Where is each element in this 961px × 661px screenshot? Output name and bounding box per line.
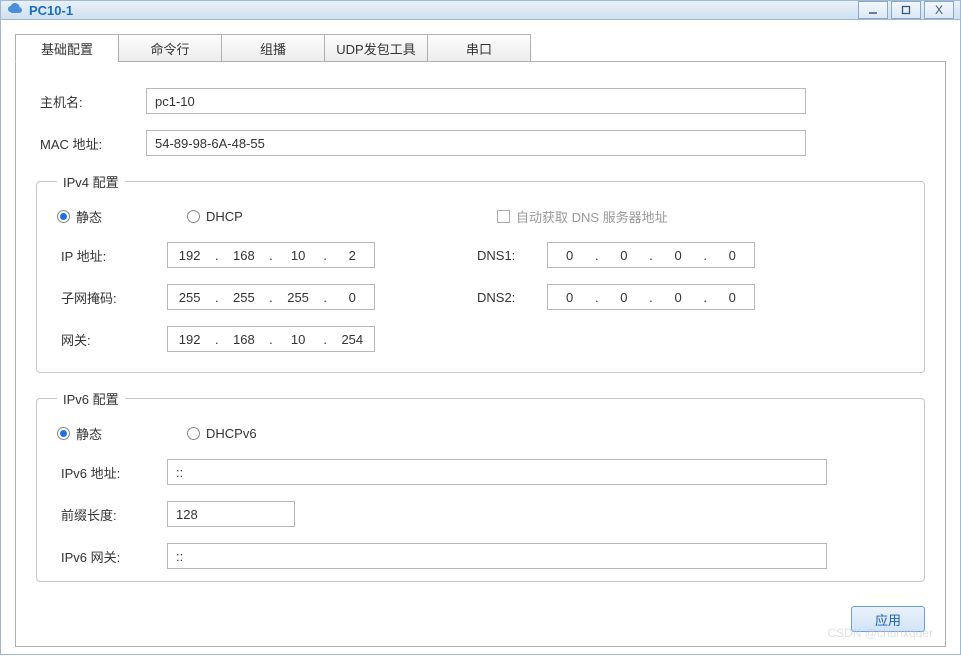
mask-input[interactable]: 255. 255. 255. 0: [167, 284, 375, 310]
ipv6-prefix-value: 128: [176, 507, 198, 522]
ipv6-legend: IPv6 配置: [57, 389, 125, 408]
tab-label: 基础配置: [41, 39, 93, 58]
ip-octet: 168: [226, 248, 262, 263]
tab-label: 命令行: [150, 39, 189, 58]
ipv6-gateway-value: ::: [176, 549, 183, 564]
tab-label: UDP发包工具: [336, 39, 415, 58]
minimize-button[interactable]: [858, 1, 888, 19]
ip-input[interactable]: 192. 168. 10. 2: [167, 242, 375, 268]
ip-octet: 254: [334, 332, 370, 347]
ipv6-gateway-label: IPv6 网关:: [57, 547, 167, 566]
ipv6-group: IPv6 配置 静态 DHCPv6 IPv6 地址: ::: [36, 389, 925, 582]
ip-octet: 255: [280, 290, 316, 305]
ip-octet: 0: [334, 290, 370, 305]
ip-octet: 255: [172, 290, 208, 305]
ip-octet: 0: [714, 248, 750, 263]
tab-multicast[interactable]: 组播: [221, 34, 325, 62]
footer: 应用: [36, 598, 925, 632]
dns2-label: DNS2:: [477, 290, 547, 305]
radio-label: 静态: [76, 424, 102, 443]
ipv6-prefix-label: 前缀长度:: [57, 505, 167, 524]
ip-octet: 10: [280, 332, 316, 347]
tab-cmdline[interactable]: 命令行: [118, 34, 222, 62]
radio-label: DHCPv6: [206, 426, 257, 441]
ip-octet: 10: [280, 248, 316, 263]
hostname-input[interactable]: pc1-10: [146, 88, 806, 114]
mask-label: 子网掩码:: [57, 288, 167, 307]
tab-udp-tool[interactable]: UDP发包工具: [324, 34, 428, 62]
ip-octet: 168: [226, 332, 262, 347]
tab-serial[interactable]: 串口: [427, 34, 531, 62]
ip-octet: 0: [606, 248, 642, 263]
ipv4-static-radio[interactable]: 静态: [57, 207, 167, 226]
gateway-label: 网关:: [57, 330, 167, 349]
ipv6-addr-value: ::: [176, 465, 183, 480]
mac-value: 54-89-98-6A-48-55: [155, 136, 265, 151]
ip-octet: 192: [172, 332, 208, 347]
ipv6-static-radio[interactable]: 静态: [57, 424, 167, 443]
ip-octet: 2: [334, 248, 370, 263]
hostname-value: pc1-10: [155, 94, 195, 109]
ip-octet: 255: [226, 290, 262, 305]
ip-octet: 0: [552, 290, 588, 305]
checkbox-label: 自动获取 DNS 服务器地址: [516, 207, 668, 226]
gateway-input[interactable]: 192. 168. 10. 254: [167, 326, 375, 352]
maximize-button[interactable]: [891, 1, 921, 19]
radio-label: 静态: [76, 207, 102, 226]
ip-octet: 0: [660, 248, 696, 263]
tab-basic[interactable]: 基础配置: [15, 34, 119, 62]
watermark: CSDN @chunxquer: [827, 626, 933, 640]
window-controls: X: [858, 1, 954, 19]
ip-label: IP 地址:: [57, 246, 167, 265]
ipv6-addr-input[interactable]: ::: [167, 459, 827, 485]
ipv4-legend: IPv4 配置: [57, 172, 125, 191]
dns1-input[interactable]: 0. 0. 0. 0: [547, 242, 755, 268]
mac-label: MAC 地址:: [36, 134, 146, 153]
ipv6-addr-label: IPv6 地址:: [57, 463, 167, 482]
tab-label: 组播: [260, 39, 286, 58]
tab-bar: 基础配置 命令行 组播 UDP发包工具 串口: [15, 34, 946, 62]
window: PC10-1 X 基础配置 命令行 组播 UDP发包工具 串口 主机名:: [0, 0, 961, 655]
auto-dns-checkbox[interactable]: 自动获取 DNS 服务器地址: [497, 207, 668, 226]
tab-content-basic: 主机名: pc1-10 MAC 地址: 54-89-98-6A-48-55 IP…: [15, 61, 946, 647]
ip-octet: 0: [552, 248, 588, 263]
ipv6-prefix-input[interactable]: 128: [167, 501, 295, 527]
hostname-label: 主机名:: [36, 92, 146, 111]
tab-label: 串口: [466, 39, 492, 58]
close-icon: X: [935, 3, 943, 17]
basic-section: 主机名: pc1-10 MAC 地址: 54-89-98-6A-48-55: [36, 88, 925, 156]
radio-icon: [57, 210, 70, 223]
ipv4-group: IPv4 配置 静态 DHCP 自动获取 DNS 服务器地址: [36, 172, 925, 373]
ip-octet: 0: [606, 290, 642, 305]
dns2-input[interactable]: 0. 0. 0. 0: [547, 284, 755, 310]
titlebar: PC10-1 X: [1, 1, 960, 20]
radio-icon: [187, 210, 200, 223]
close-button[interactable]: X: [924, 1, 954, 19]
ipv4-dhcp-radio[interactable]: DHCP: [187, 209, 477, 224]
ipv6-gateway-input[interactable]: ::: [167, 543, 827, 569]
checkbox-icon: [497, 210, 510, 223]
window-title: PC10-1: [29, 3, 858, 18]
ip-octet: 0: [660, 290, 696, 305]
radio-icon: [57, 427, 70, 440]
app-icon: [7, 2, 23, 18]
dns1-label: DNS1:: [477, 248, 547, 263]
ipv6-dhcpv6-radio[interactable]: DHCPv6: [187, 426, 257, 441]
radio-icon: [187, 427, 200, 440]
ip-octet: 192: [172, 248, 208, 263]
mac-input[interactable]: 54-89-98-6A-48-55: [146, 130, 806, 156]
ip-octet: 0: [714, 290, 750, 305]
client-area: 基础配置 命令行 组播 UDP发包工具 串口 主机名: pc1-10 MAC 地…: [1, 20, 960, 661]
radio-label: DHCP: [206, 209, 243, 224]
